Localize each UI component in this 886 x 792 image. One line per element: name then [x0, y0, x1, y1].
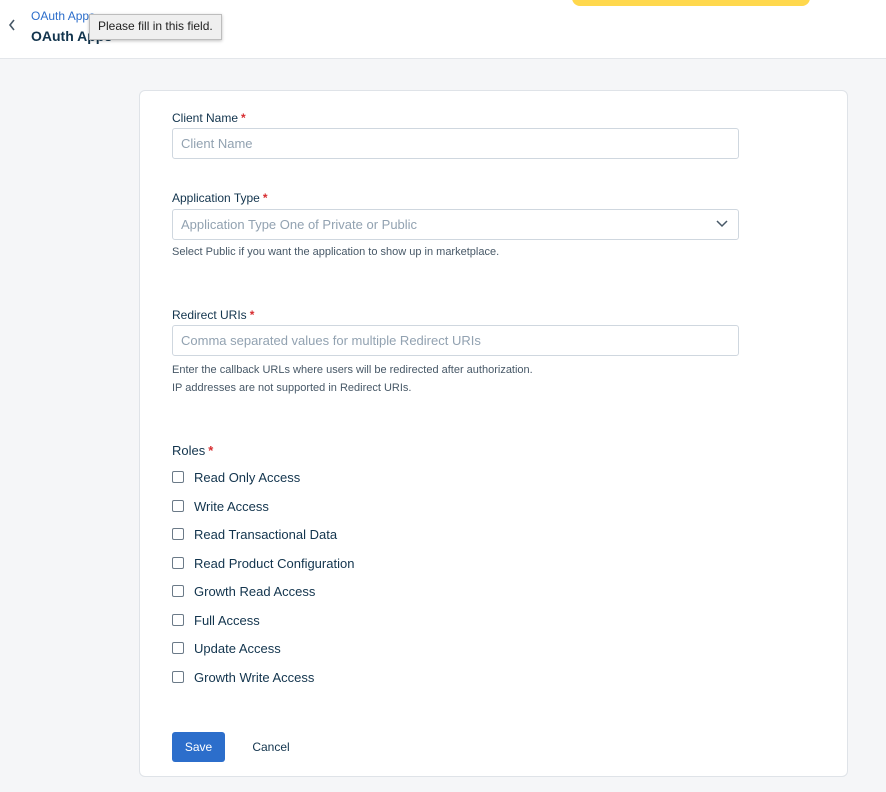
roles-label: Roles * — [172, 443, 214, 458]
required-marker: * — [241, 111, 246, 125]
chevron-down-icon — [716, 220, 728, 228]
validation-tooltip: Please fill in this field. — [89, 14, 222, 40]
role-option[interactable]: Write Access — [172, 496, 269, 516]
redirect-uris-input[interactable] — [172, 325, 739, 356]
client-name-label: Client Name * — [172, 111, 246, 125]
redirect-uris-help: Enter the callback URLs where users will… — [172, 361, 533, 397]
role-label: Full Access — [194, 612, 260, 628]
cancel-button[interactable]: Cancel — [240, 732, 302, 762]
application-type-select[interactable]: Application Type One of Private or Publi… — [172, 209, 739, 240]
redirect-uris-help-line1: Enter the callback URLs where users will… — [172, 364, 533, 376]
role-label: Growth Write Access — [194, 669, 315, 685]
notification-banner — [572, 0, 810, 6]
role-label: Read Only Access — [194, 469, 301, 485]
role-label: Read Product Configuration — [194, 555, 355, 571]
redirect-uris-label: Redirect URIs * — [172, 308, 255, 322]
role-label: Update Access — [194, 640, 281, 656]
role-checkbox[interactable] — [172, 614, 184, 626]
oauth-app-form: Client Name* Application Type* Applicati… — [139, 90, 848, 777]
role-option[interactable]: Growth Read Access — [172, 581, 315, 601]
role-checkbox[interactable] — [172, 471, 184, 483]
required-marker: * — [262, 191, 268, 205]
role-label: Read Transactional Data — [194, 526, 338, 542]
role-option[interactable]: Update Access — [172, 638, 281, 658]
chevron-left-icon — [8, 19, 15, 31]
role-checkbox[interactable] — [172, 500, 184, 512]
application-type-label: Application Type * — [172, 191, 268, 205]
role-option[interactable]: Full Access — [172, 610, 260, 630]
required-marker: * — [249, 308, 255, 322]
role-label: Write Access — [194, 498, 269, 514]
application-type-help: Select Public if you want the applicatio… — [172, 246, 500, 258]
role-checkbox[interactable] — [172, 642, 184, 654]
role-label: Growth Read Access — [194, 583, 316, 599]
application-type-placeholder: Application Type One of Private or Publi… — [181, 217, 418, 232]
redirect-uris-help-line2: IP addresses are not supported in Redire… — [172, 382, 412, 394]
breadcrumb[interactable]: OAuth Apps — [31, 9, 95, 23]
role-option[interactable]: Read Product Configuration — [172, 553, 354, 573]
page-header: OAuth Apps OAuth Apps Please fill in thi… — [0, 0, 886, 59]
role-checkbox[interactable] — [172, 671, 184, 683]
role-checkbox[interactable] — [172, 557, 184, 569]
role-option[interactable]: Read Transactional Data — [172, 524, 337, 544]
required-marker: * — [208, 443, 214, 458]
role-option[interactable]: Growth Write Access — [172, 667, 314, 687]
save-button[interactable]: Save — [172, 732, 225, 762]
role-option[interactable]: Read Only Access — [172, 467, 300, 487]
role-checkbox[interactable] — [172, 528, 184, 540]
back-button[interactable] — [4, 16, 20, 34]
role-checkbox[interactable] — [172, 585, 184, 597]
client-name-input[interactable] — [172, 128, 739, 159]
